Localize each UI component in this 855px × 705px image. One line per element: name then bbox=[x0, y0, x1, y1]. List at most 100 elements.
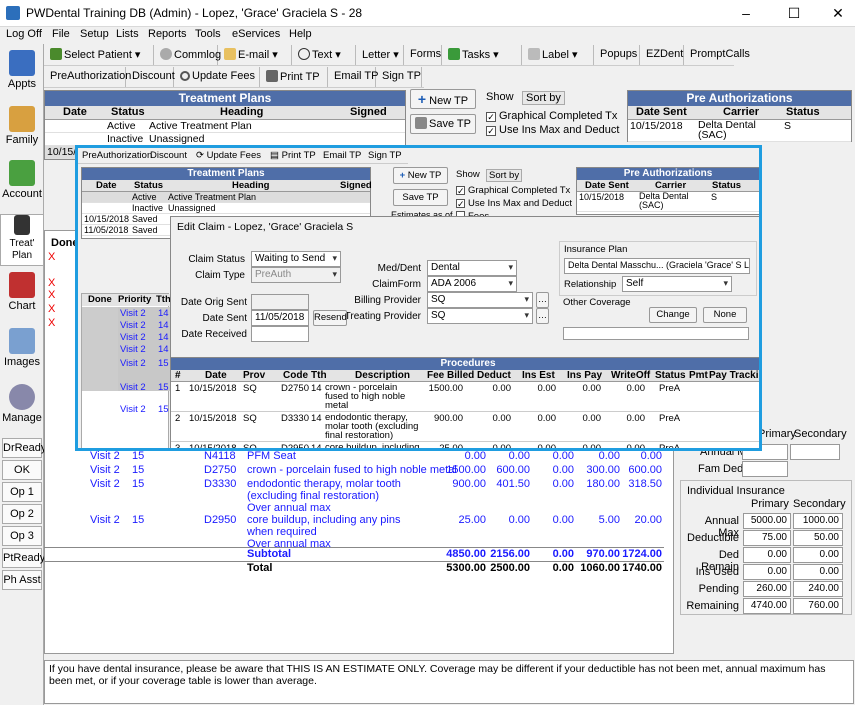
sidebar-item-account[interactable]: Account bbox=[0, 160, 44, 200]
text-button[interactable]: Text ▾ bbox=[294, 45, 356, 65]
table-row[interactable]: Visit 2 15 D3330 endodontic therapy, mol… bbox=[44, 478, 664, 518]
billing-provider-picker-button[interactable]: … bbox=[536, 292, 549, 308]
minimize-icon[interactable]: – bbox=[736, 4, 756, 22]
treating-provider-picker-button[interactable]: … bbox=[536, 308, 549, 324]
none-coverage-button[interactable]: None bbox=[703, 307, 747, 323]
date-sent-field[interactable]: 11/05/2018 bbox=[251, 310, 309, 326]
menu-eservices[interactable]: eServices bbox=[232, 28, 280, 40]
date-received-field[interactable] bbox=[251, 326, 309, 342]
list-item[interactable]: Visit 2 bbox=[120, 332, 146, 343]
close-icon[interactable]: ✕ bbox=[828, 4, 848, 22]
forms-button[interactable]: Forms bbox=[406, 45, 442, 65]
menu-tools[interactable]: Tools bbox=[195, 28, 221, 40]
ind-row-secondary: 760.00 bbox=[793, 598, 843, 614]
overlay-print-tp-button[interactable]: ▤ Print TP bbox=[270, 150, 316, 161]
overlay-discount-button[interactable]: Discount bbox=[150, 150, 187, 161]
overlay-preauthorization-button[interactable]: PreAuthorization bbox=[82, 150, 152, 161]
tab-sort-by[interactable]: Sort by bbox=[522, 91, 565, 105]
date-orig-sent-field[interactable] bbox=[251, 294, 309, 310]
list-item[interactable]: Visit 2 bbox=[120, 344, 146, 355]
sidebar-item-treat-plan[interactable]: Treat' Plan bbox=[0, 214, 44, 266]
treating-provider-select[interactable]: SQ bbox=[427, 308, 533, 324]
med-dent-select[interactable]: Dental bbox=[427, 260, 517, 276]
table-row[interactable]: Visit 2 15 D2950 core buildup, including… bbox=[44, 514, 664, 550]
status-drready[interactable]: DrReady bbox=[2, 438, 46, 458]
overlay-graphical-checkbox[interactable]: ✓ Graphical Completed Tx bbox=[456, 185, 570, 196]
overlay-save-tp-button[interactable]: Save TP bbox=[393, 189, 448, 206]
status-op1[interactable]: Op 1 bbox=[2, 482, 42, 502]
save-tp-button[interactable]: Save TP bbox=[410, 114, 476, 134]
overlay-show-options: Show Sort by ✓ Graphical Completed Tx ✓ Us… bbox=[454, 167, 572, 221]
email-button[interactable]: E-mail ▾ bbox=[220, 45, 292, 65]
list-item[interactable]: Visit 2 bbox=[120, 320, 146, 331]
graphical-completed-checkbox[interactable]: ✓ Graphical Completed Tx bbox=[486, 110, 617, 122]
overlay-tab-show[interactable]: Show bbox=[456, 169, 480, 180]
status-op3[interactable]: Op 3 bbox=[2, 526, 42, 546]
sidebar-item-family[interactable]: Family bbox=[0, 106, 44, 146]
email-tp-button[interactable]: Email TP bbox=[330, 67, 378, 87]
overlay-email-tp-button[interactable]: Email TP bbox=[323, 150, 361, 161]
list-item[interactable]: Visit 2 bbox=[120, 308, 146, 319]
claim-type-select[interactable]: PreAuth bbox=[251, 267, 341, 283]
sidebar-item-images[interactable]: Images bbox=[0, 328, 44, 368]
menu-file[interactable]: File bbox=[52, 28, 70, 40]
select-patient-button[interactable]: Select Patient ▾ bbox=[46, 45, 154, 65]
claim-form-select[interactable]: ADA 2006 bbox=[427, 276, 517, 292]
table-row[interactable]: 3 10/15/2018 SQ D2950 14 core buildup, includ… bbox=[171, 443, 759, 448]
checkbox-checked-icon: ✓ bbox=[456, 199, 465, 209]
sidebar-item-appts[interactable]: Appts bbox=[0, 50, 44, 90]
overlay-new-tp-button[interactable]: + New TP bbox=[393, 167, 448, 184]
pre-authorizations-grid: Pre Authorizations Date Sent Carrier Sta… bbox=[627, 90, 852, 142]
maximize-icon[interactable]: ☐ bbox=[784, 4, 804, 22]
relationship-select[interactable]: Self bbox=[622, 276, 732, 292]
label-button[interactable]: Label ▾ bbox=[524, 45, 594, 65]
menu-lists[interactable]: Lists bbox=[116, 28, 139, 40]
status-ptready[interactable]: PtReady bbox=[2, 548, 45, 568]
menu-log-off[interactable]: Log Off bbox=[6, 28, 42, 40]
tab-show[interactable]: Show bbox=[486, 91, 514, 103]
menu-help[interactable]: Help bbox=[289, 28, 312, 40]
resend-button[interactable]: Resend bbox=[313, 310, 347, 326]
billing-provider-select[interactable]: SQ bbox=[427, 292, 533, 308]
promptcalls-button[interactable]: PromptCalls bbox=[686, 45, 750, 65]
claim-status-select[interactable]: Waiting to Send bbox=[251, 251, 341, 267]
list-item[interactable]: Visit 2 bbox=[120, 404, 146, 415]
preauthorization-button[interactable]: PreAuthorization bbox=[46, 67, 131, 87]
plus-icon: + bbox=[399, 170, 406, 181]
use-ins-max-checkbox[interactable]: ✓ Use Ins Max and Deduct bbox=[486, 124, 619, 136]
status-ok[interactable]: OK bbox=[2, 460, 42, 480]
menu-setup[interactable]: Setup bbox=[80, 28, 109, 40]
status-op2[interactable]: Op 2 bbox=[2, 504, 42, 524]
table-row[interactable]: 1 10/15/2018 SQ D2750 14 crown - porcelain fu… bbox=[171, 383, 759, 412]
insurance-plan-field[interactable]: Delta Dental Masschu... (Graciela 'Grace… bbox=[564, 258, 750, 274]
menu-reports[interactable]: Reports bbox=[148, 28, 187, 40]
letter-button[interactable]: Letter ▾ bbox=[358, 45, 404, 65]
overlay-tab-sort-by[interactable]: Sort by bbox=[486, 169, 523, 182]
print-tp-button[interactable]: Print TP bbox=[262, 67, 328, 87]
overlay-use-ins-checkbox[interactable]: ✓ Use Ins Max and Deduct bbox=[456, 198, 572, 209]
tasks-button[interactable]: Tasks ▾ bbox=[444, 45, 522, 65]
table-row[interactable]: Inactive Unassigned bbox=[82, 203, 370, 214]
table-row[interactable]: Active Active Treatment Plan bbox=[45, 120, 405, 133]
update-fees-button[interactable]: Update Fees bbox=[176, 67, 260, 87]
commlog-button[interactable]: Commlog bbox=[156, 45, 221, 65]
list-item[interactable]: Visit 2 bbox=[120, 358, 146, 369]
sidebar-item-chart[interactable]: Chart bbox=[0, 272, 44, 312]
sign-tp-button[interactable]: Sign TP bbox=[378, 67, 422, 87]
table-row[interactable]: Visit 2 15 D2750 crown - porcelain fused… bbox=[44, 464, 664, 478]
status-ph-asst[interactable]: Ph Asst bbox=[2, 570, 42, 590]
sidebar-item-manage[interactable]: Manage bbox=[0, 384, 44, 424]
list-item[interactable]: Visit 2 bbox=[120, 382, 146, 393]
overlay-update-fees-button[interactable]: ⟳ Update Fees bbox=[196, 150, 261, 161]
popups-button[interactable]: Popups bbox=[596, 45, 640, 65]
discount-button[interactable]: Discount bbox=[128, 67, 175, 87]
table-row[interactable]: 10/15/2018 Delta Dental (SAC) S bbox=[577, 192, 759, 212]
overlay-sign-tp-button[interactable]: Sign TP bbox=[368, 150, 402, 161]
table-row[interactable]: 2 10/15/2018 SQ D3330 14 endodontic therapy, … bbox=[171, 413, 759, 442]
table-row[interactable]: 10/15/2018 Delta Dental (SAC) S bbox=[628, 120, 851, 142]
change-coverage-button[interactable]: Change bbox=[649, 307, 697, 323]
table-row[interactable]: Visit 2 15 N4118 PFM Seat 0.00 0.00 0.00… bbox=[44, 450, 664, 464]
table-row[interactable]: Active Active Treatment Plan bbox=[82, 192, 370, 203]
ezdent-button[interactable]: EZDent bbox=[642, 45, 684, 65]
new-tp-button[interactable]: + New TP bbox=[410, 89, 476, 109]
